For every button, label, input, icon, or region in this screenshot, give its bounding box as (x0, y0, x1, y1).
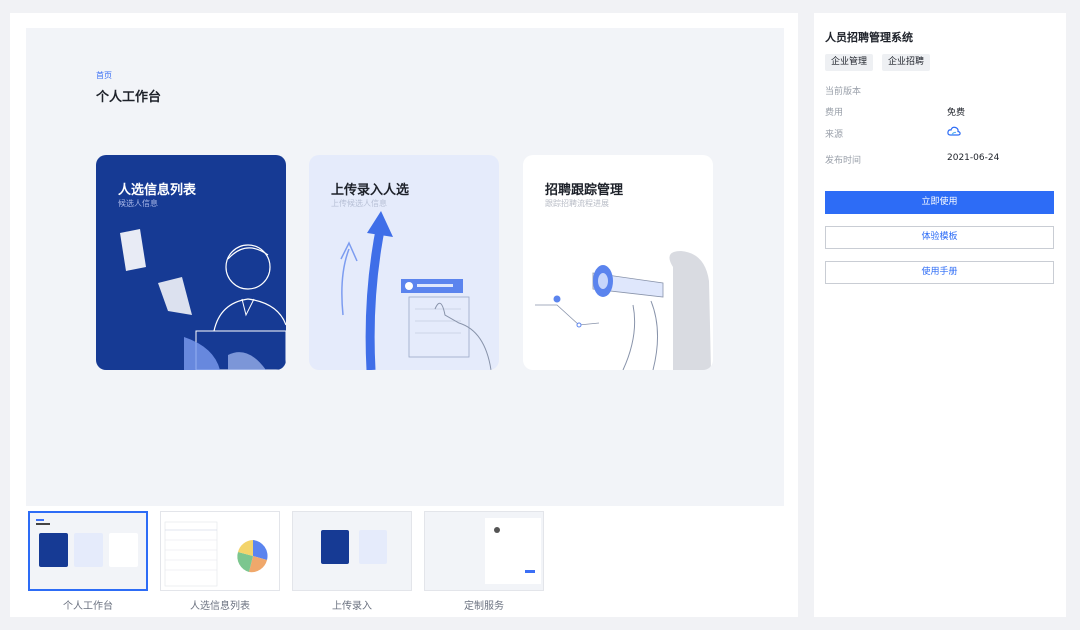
card-subtitle: 跟踪招聘流程进展 (545, 199, 609, 208)
fee-value: 免费 (947, 108, 966, 118)
card-candidate-list[interactable]: 人选信息列表 候选人信息 (96, 155, 286, 370)
card-recruit-tracking[interactable]: 招聘跟踪管理 跟踪招聘流程进展 (523, 155, 713, 370)
fee-label: 费用 (825, 108, 844, 118)
card-title: 招聘跟踪管理 (545, 183, 624, 198)
thumbnail-candidate-list[interactable] (160, 511, 280, 591)
thumbnail-label: 个人工作台 (63, 601, 113, 612)
source-label: 来源 (825, 130, 844, 140)
workbench-thumbnail-image (30, 513, 146, 589)
template-preview-panel: 首页 个人工作台 人选信息列表 候选人信息 上传录入人选 上传候选人信息 招聘跟… (10, 13, 798, 617)
upload-thumbnail-image (293, 512, 411, 590)
card-upload-candidate[interactable]: 上传录入人选 上传候选人信息 (309, 155, 499, 370)
thumbnail-upload[interactable] (292, 511, 412, 591)
preview-canvas: 首页 个人工作台 人选信息列表 候选人信息 上传录入人选 上传候选人信息 招聘跟… (26, 28, 784, 506)
custom-service-thumbnail-image (425, 512, 543, 590)
breadcrumb[interactable]: 首页 (96, 70, 112, 81)
thumbnail-label: 定制服务 (464, 601, 504, 612)
version-label: 当前版本 (825, 87, 862, 97)
user-manual-button[interactable]: 使用手册 (825, 261, 1054, 284)
thumbnail-workbench[interactable] (28, 511, 148, 591)
card-title: 上传录入人选 (331, 183, 410, 198)
tag-enterprise-management: 企业管理 (825, 54, 874, 71)
app-title: 人员招聘管理系统 (825, 31, 913, 44)
thumbnail-custom-service[interactable] (424, 511, 544, 591)
card-subtitle: 候选人信息 (118, 199, 158, 208)
page-title: 个人工作台 (96, 90, 162, 105)
card-title: 人选信息列表 (118, 183, 197, 198)
thumbnail-label: 人选信息列表 (190, 601, 250, 612)
tag-enterprise-recruitment: 企业招聘 (882, 54, 931, 71)
use-now-button[interactable]: 立即使用 (825, 191, 1054, 214)
candidate-list-thumbnail-image (161, 512, 279, 590)
template-details-panel: 人员招聘管理系统 企业管理 企业招聘 当前版本 费用 免费 来源 发布时间 20… (814, 13, 1066, 617)
card-subtitle: 上传候选人信息 (331, 199, 387, 208)
publish-date-value: 2021-06-24 (947, 153, 1000, 163)
cloud-icon (947, 125, 961, 140)
try-template-button[interactable]: 体验模板 (825, 226, 1054, 249)
publish-date-label: 发布时间 (825, 156, 862, 166)
thumbnail-label: 上传录入 (332, 601, 372, 612)
